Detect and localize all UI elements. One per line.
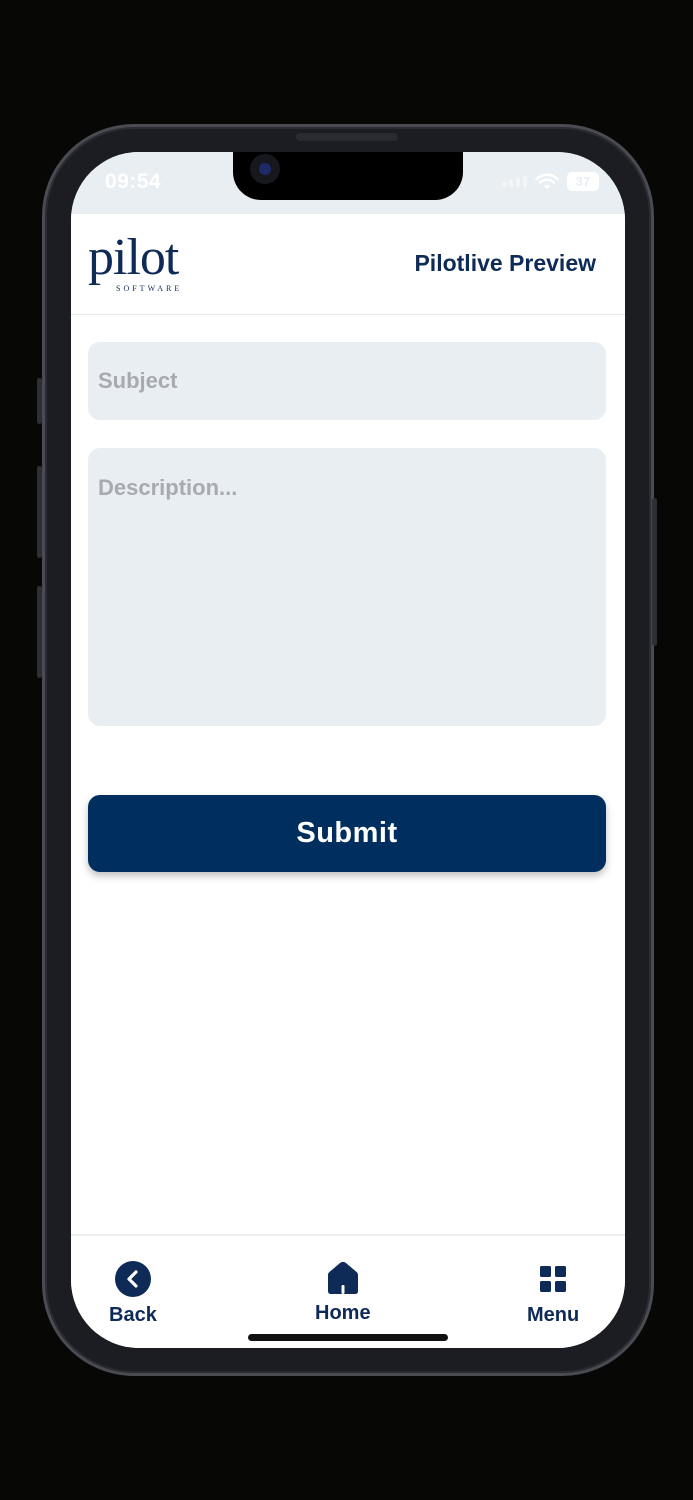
battery-icon: 37 (567, 172, 599, 191)
side-button (37, 466, 42, 558)
speaker-grille (296, 133, 398, 141)
status-time: 09:54 (105, 170, 162, 193)
side-button (652, 498, 657, 646)
nav-menu[interactable]: Menu (527, 1260, 579, 1327)
signal-icon (502, 176, 527, 187)
page-title: Pilotlive Preview (414, 250, 596, 276)
nav-menu-label: Menu (527, 1304, 580, 1326)
front-camera (250, 154, 280, 184)
side-button (37, 378, 42, 424)
home-icon (327, 1261, 358, 1294)
phone-screen: 09:54 37 pilot SOFTWARE Pilotlive Previe… (71, 152, 625, 1348)
chevron-left-circle-icon (114, 1261, 151, 1297)
bottom-navigation: Back Home Menu (71, 1234, 625, 1348)
subject-input[interactable] (88, 342, 606, 420)
nav-back[interactable]: Back (109, 1260, 157, 1327)
status-icons: 37 (502, 172, 599, 191)
pilot-logo[interactable]: pilot SOFTWARE (88, 228, 188, 298)
submit-button[interactable]: Submit (88, 795, 606, 872)
logo-text: pilot (88, 229, 179, 286)
logo-subtext: SOFTWARE (116, 284, 183, 293)
wifi-icon (535, 172, 559, 189)
nav-back-label: Back (109, 1304, 157, 1326)
grid-icon (540, 1266, 567, 1292)
description-textarea[interactable] (88, 448, 606, 726)
nav-home-label: Home (315, 1302, 371, 1324)
side-button (37, 586, 42, 678)
nav-home[interactable]: Home (315, 1260, 371, 1325)
app-header: pilot SOFTWARE Pilotlive Preview (71, 214, 625, 315)
home-indicator[interactable] (248, 1334, 448, 1341)
